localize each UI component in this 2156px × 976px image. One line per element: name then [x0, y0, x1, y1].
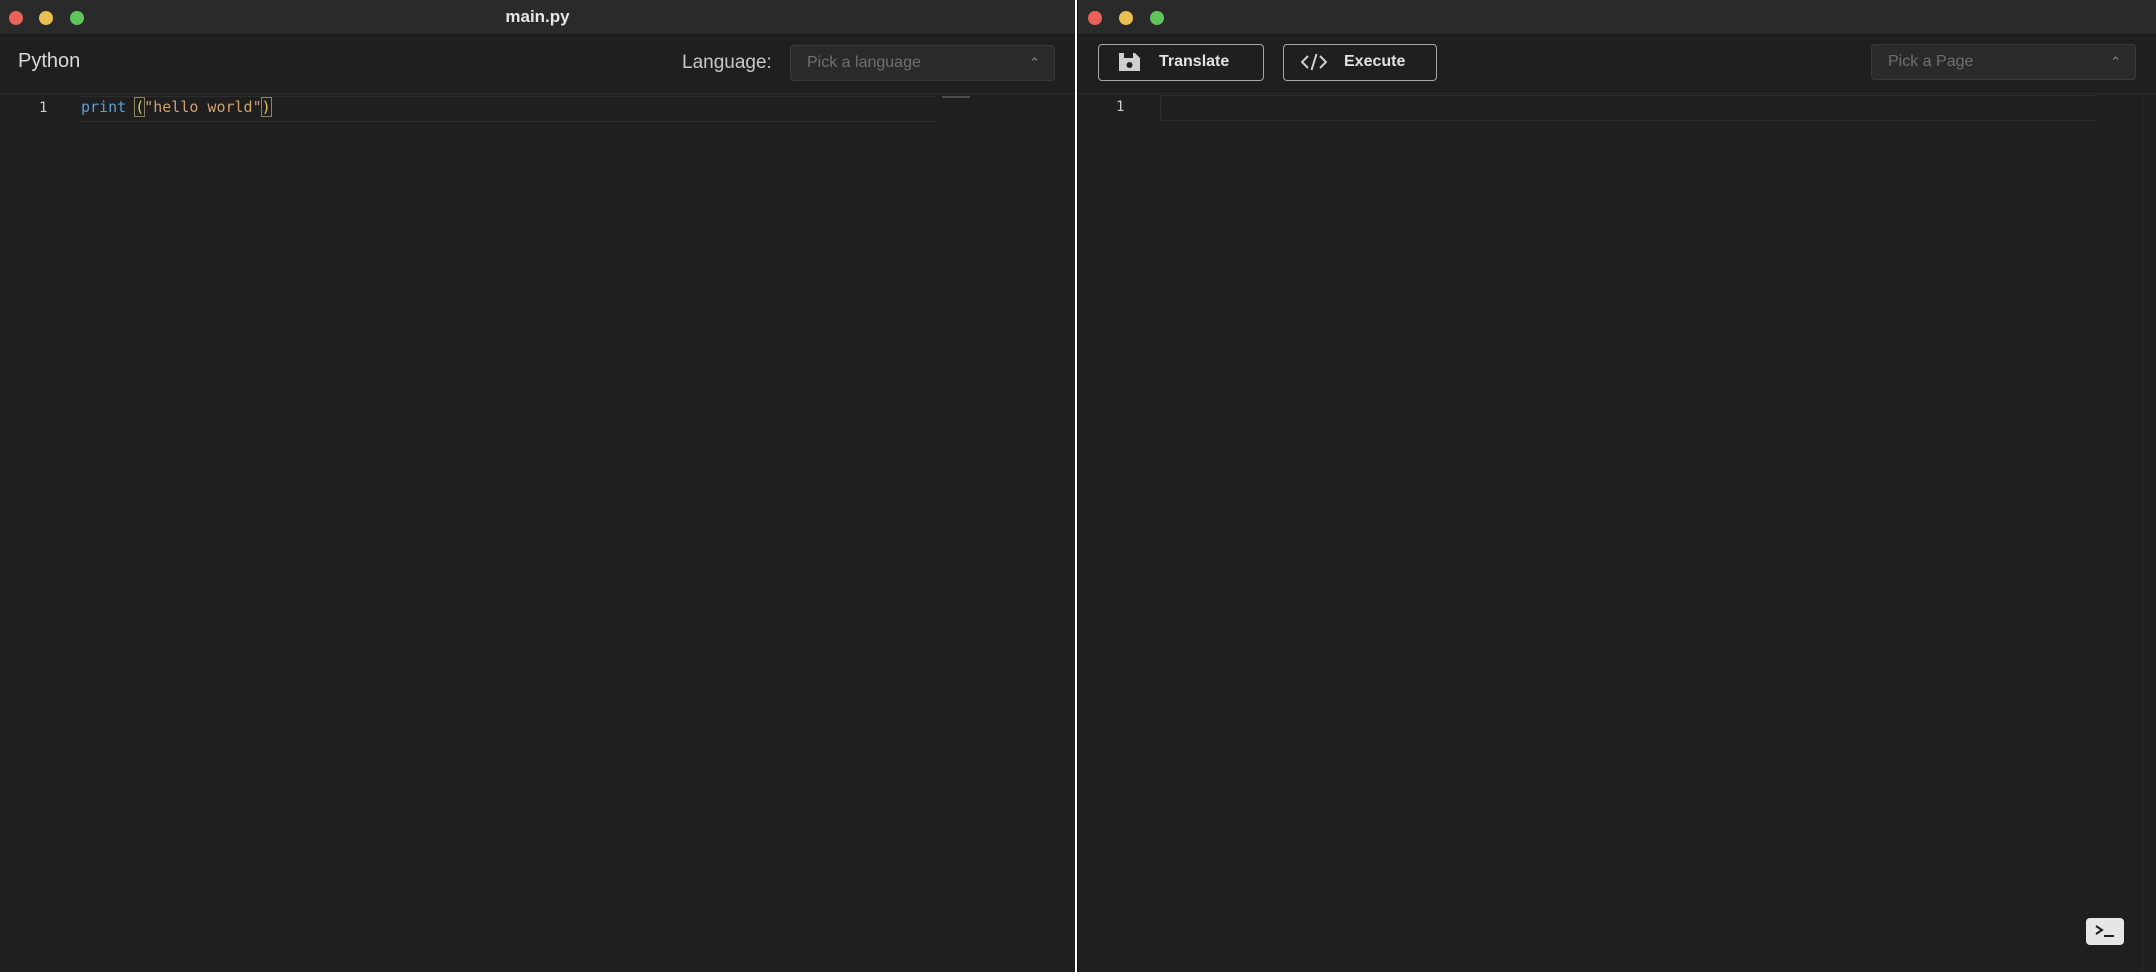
line-number: 1 — [1116, 99, 1125, 115]
vertical-scrollbar[interactable] — [2142, 94, 2156, 972]
page-select[interactable]: Pick a Page ⌃ — [1871, 44, 2136, 80]
close-window-button[interactable] — [1088, 11, 1102, 25]
current-line-highlight[interactable] — [1160, 95, 2097, 121]
source-toolbar: Python Language: Pick a language ⌃ — [0, 35, 1075, 94]
code-token-close-paren: ) — [260, 97, 272, 117]
maximize-window-button[interactable] — [1150, 11, 1164, 25]
minimap-line — [942, 96, 970, 98]
chevron-up-down-icon: ⌃ — [1029, 55, 1040, 70]
source-code-editor[interactable]: 1 print ("hello world") — [0, 94, 1075, 972]
code-token-keyword: print — [81, 98, 127, 116]
save-icon — [1119, 53, 1140, 71]
language-select[interactable]: Pick a language ⌃ — [790, 45, 1055, 81]
execute-button[interactable]: Execute — [1283, 44, 1437, 81]
execute-button-label: Execute — [1344, 53, 1406, 70]
terminal-icon — [2095, 925, 2114, 937]
page-select-placeholder: Pick a Page — [1888, 53, 1974, 70]
source-editor-window: main.py Python Language: Pick a language… — [0, 0, 1075, 972]
titlebar — [1078, 0, 2156, 35]
chevron-up-down-icon: ⌃ — [2110, 54, 2121, 69]
code-line[interactable]: print ("hello world") — [81, 97, 272, 117]
output-toolbar: Translate Execute Pick a Page ⌃ — [1078, 35, 2156, 94]
screen: main.py Python Language: Pick a language… — [0, 0, 2156, 976]
titlebar: main.py — [0, 0, 1075, 35]
minimize-window-button[interactable] — [1119, 11, 1133, 25]
window-title: main.py — [505, 7, 570, 26]
translate-button[interactable]: Translate — [1098, 44, 1264, 81]
code-icon — [1301, 53, 1327, 71]
language-select-placeholder: Pick a language — [807, 54, 921, 71]
current-language-name: Python — [18, 50, 81, 72]
language-label: Language: — [682, 52, 772, 73]
output-editor-window: Translate Execute Pick a Page ⌃ 1 — [1077, 0, 2156, 972]
line-number: 1 — [39, 100, 48, 116]
output-code-editor[interactable]: 1 — [1078, 94, 2156, 972]
code-token-open-paren: ( — [134, 97, 146, 117]
translate-button-label: Translate — [1159, 53, 1230, 70]
code-token-string: "hello world" — [144, 98, 262, 116]
terminal-button[interactable] — [2086, 918, 2124, 945]
